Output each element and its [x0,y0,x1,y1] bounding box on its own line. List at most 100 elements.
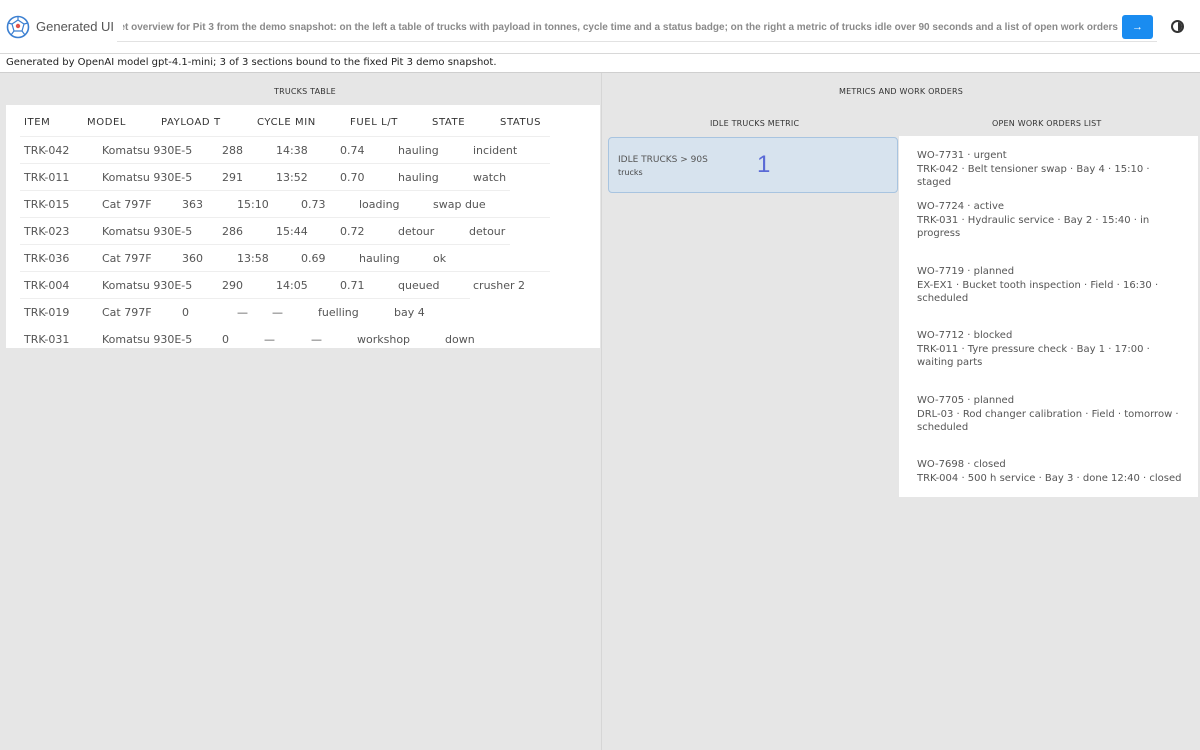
row-divider [20,244,510,245]
idle-trucks-metric-card: IDLE TRUCKS > 90S trucks 1 [608,137,898,193]
arrow-right-icon: → [1132,21,1143,33]
list-item: WO-7719 · planned EX-EX1 · Bucket tooth … [917,265,1182,306]
trucks-table: ITEM MODEL PAYLOAD T CYCLE MIN FUEL L/T … [6,105,600,348]
row-divider [20,298,470,299]
work-order-body: EX-EX1 · Bucket tooth inspection · Field… [917,279,1159,305]
cell-model: Komatsu 930E-5 [102,333,193,346]
submit-button[interactable]: → [1122,15,1153,39]
cell-item: TRK-042 [24,144,70,157]
cell-model: Cat 797F [102,198,152,211]
metric-label: IDLE TRUCKS > 90S [618,155,708,165]
cell-payload: 360 [182,252,203,265]
cell-status: incident [473,144,518,157]
cell-status: watch [473,171,507,184]
work-orders-title: OPEN WORK ORDERS LIST [992,119,1102,128]
cell-fuel: 0.74 [340,144,365,157]
prompt-field[interactable] [117,13,1157,42]
cell-fuel: 0.73 [301,198,326,211]
column-header-item: ITEM [24,117,51,128]
cell-status: detour [469,225,506,238]
idle-metric-title: IDLE TRUCKS METRIC [710,119,800,128]
list-item: WO-7705 · planned DRL-03 · Rod changer c… [917,394,1182,435]
cell-item: TRK-031 [24,333,70,346]
cell-state: loading [359,198,400,211]
work-order-body: TRK-031 · Hydraulic service · Bay 2 · 15… [917,214,1150,240]
metric-unit: trucks [618,168,643,177]
cell-payload: 291 [222,171,243,184]
cell-status: crusher 2 [473,279,526,292]
metric-value: 1 [757,151,771,178]
work-order-head: WO-7698 · closed [917,459,1006,470]
cell-status: bay 4 [394,306,425,319]
column-header-payload: PAYLOAD T [161,117,221,128]
cell-state: queued [398,279,440,292]
globe-logo-icon [6,15,30,39]
cell-cycle: 13:52 [276,171,308,184]
trucks-section: TRUCKS TABLE ITEM MODEL PAYLOAD T CYCLE … [0,73,600,750]
cell-item: TRK-015 [24,198,70,211]
cell-item: TRK-011 [24,171,70,184]
generation-info-bar: Generated by OpenAI model gpt-4.1-mini; … [0,54,1200,73]
work-orders-list: WO-7731 · urgent TRK-042 · Belt tensione… [899,136,1198,497]
cell-item: TRK-023 [24,225,70,238]
cell-fuel: — [311,333,322,346]
work-order-head: WO-7731 · urgent [917,150,1007,161]
list-item: WO-7712 · blocked TRK-011 · Tyre pressur… [917,329,1182,370]
cell-model: Komatsu 930E-5 [102,225,193,238]
cell-fuel: 0.71 [340,279,365,292]
cell-fuel: — [272,306,283,319]
cell-cycle: 15:44 [276,225,308,238]
app-title: Generated UI [36,19,115,34]
cell-cycle: 13:58 [237,252,269,265]
cell-cycle: 14:05 [276,279,308,292]
cell-model: Cat 797F [102,252,152,265]
row-divider [20,271,550,272]
column-header-state: STATE [432,117,466,128]
work-order-body: TRK-011 · Tyre pressure check · Bay 1 · … [917,343,1150,369]
cell-item: TRK-036 [24,252,70,265]
cell-model: Komatsu 930E-5 [102,279,193,292]
cell-cycle: 14:38 [276,144,308,157]
cell-payload: 290 [222,279,243,292]
cell-item: TRK-004 [24,279,70,292]
cell-fuel: 0.72 [340,225,365,238]
cell-status: swap due [433,198,486,211]
cell-payload: 286 [222,225,243,238]
cell-cycle: 15:10 [237,198,269,211]
work-order-head: WO-7705 · planned [917,395,1015,406]
cell-item: TRK-019 [24,306,70,319]
work-order-body: TRK-042 · Belt tensioner swap · Bay 4 · … [917,163,1150,189]
metrics-section-title: METRICS AND WORK ORDERS [839,87,963,96]
cell-cycle: — [237,306,248,319]
work-order-body: TRK-004 · 500 h service · Bay 3 · done 1… [917,472,1182,484]
generation-info-text: Generated by OpenAI model gpt-4.1-mini; … [6,57,497,68]
cell-payload: 0 [182,306,189,319]
cell-fuel: 0.69 [301,252,326,265]
list-item: WO-7731 · urgent TRK-042 · Belt tensione… [917,149,1182,190]
row-divider [20,217,550,218]
cell-model: Cat 797F [102,306,152,319]
cell-status: ok [433,252,447,265]
work-order-head: WO-7724 · active [917,201,1005,212]
column-header-cycle: CYCLE MIN [257,117,316,128]
cell-state: hauling [398,144,439,157]
cell-state: detour [398,225,435,238]
prompt-input[interactable] [123,13,1118,41]
cell-state: hauling [359,252,400,265]
list-item: WO-7724 · active TRK-031 · Hydraulic ser… [917,200,1182,241]
cell-state: workshop [357,333,411,346]
work-order-head: WO-7719 · planned [917,266,1015,277]
column-header-status: STATUS [500,117,542,128]
app-header: Generated UI → [0,0,1200,54]
list-item: WO-7698 · closed TRK-004 · 500 h service… [917,458,1182,485]
cell-model: Komatsu 930E-5 [102,171,193,184]
cell-payload: 0 [222,333,229,346]
half-circle-theme-icon[interactable] [1171,20,1184,33]
cell-cycle: — [264,333,275,346]
metrics-section: METRICS AND WORK ORDERS IDLE TRUCKS METR… [601,73,1200,750]
cell-fuel: 0.70 [340,171,365,184]
cell-model: Komatsu 930E-5 [102,144,193,157]
row-divider [20,163,550,164]
row-divider [20,136,550,137]
cell-state: hauling [398,171,439,184]
